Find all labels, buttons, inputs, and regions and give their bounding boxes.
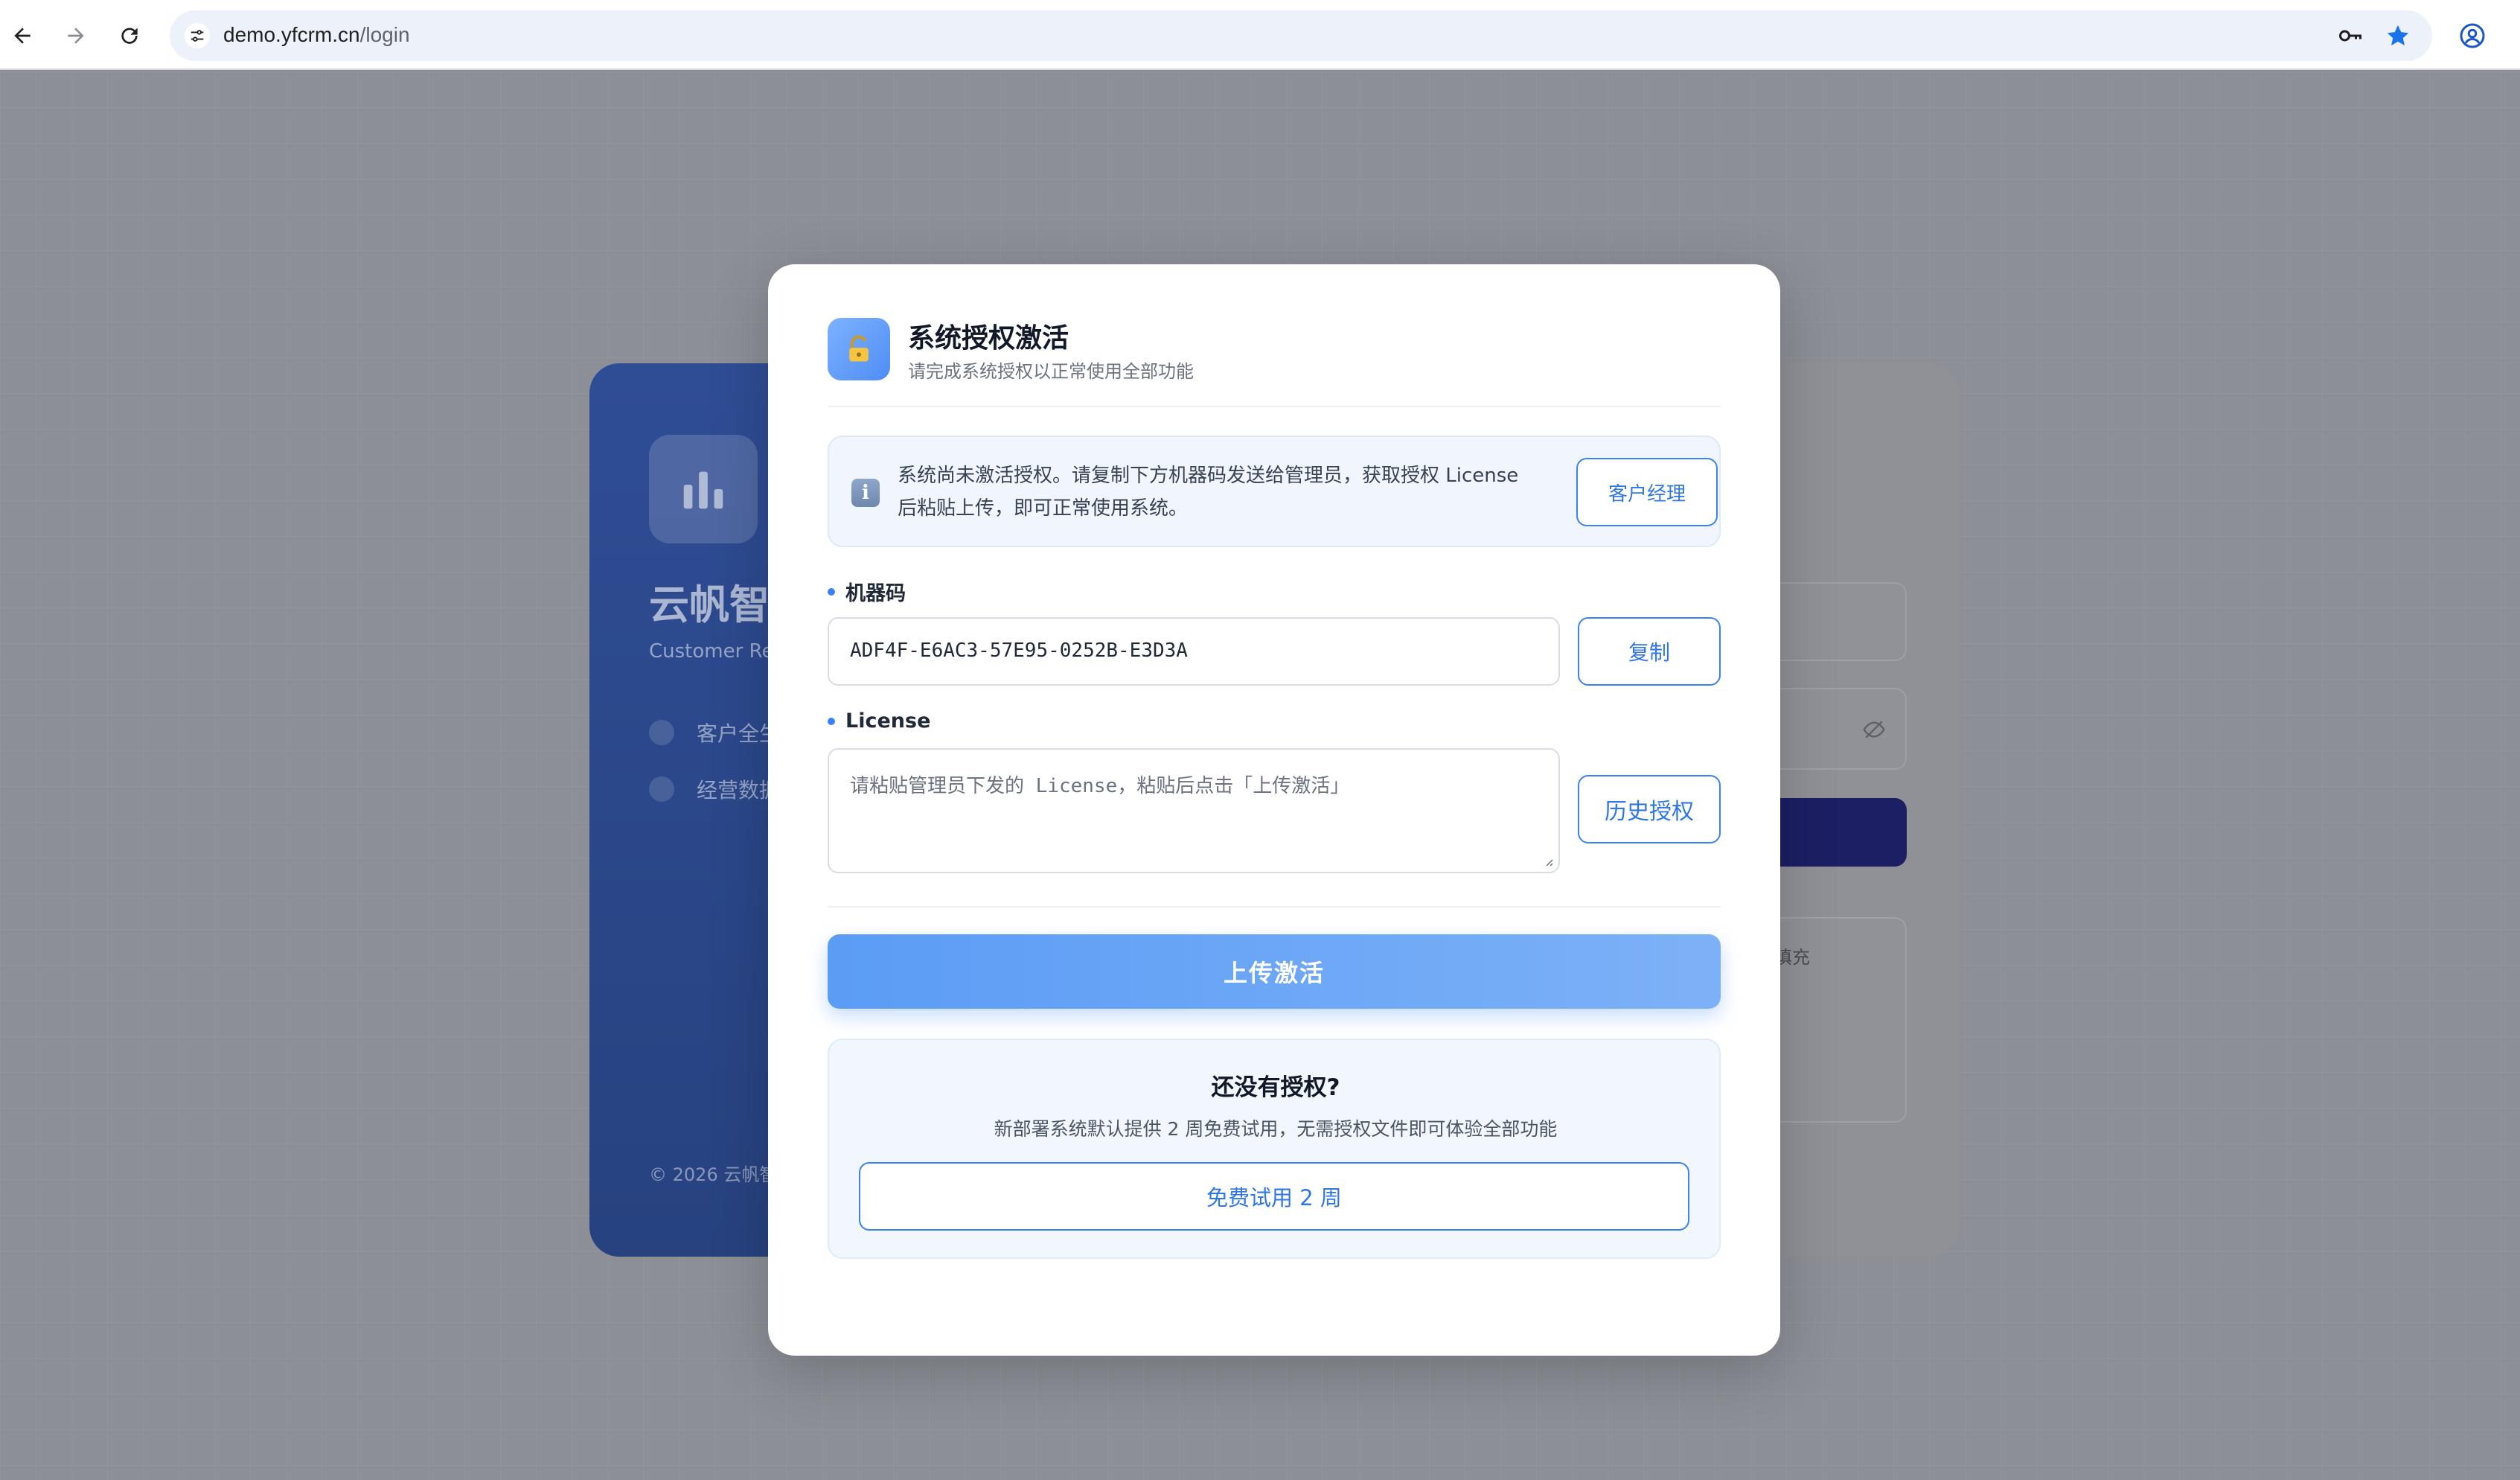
- account-manager-button[interactable]: 客户经理: [1576, 458, 1718, 526]
- bookmark-star-icon[interactable]: [2379, 16, 2417, 55]
- license-label: License: [828, 709, 930, 733]
- url-text: demo.yfcrm.cn/login: [223, 23, 410, 46]
- trial-description: 新部署系统默认提供 2 周免费试用，无需授权文件即可体验全部功能: [994, 1118, 1558, 1140]
- divider: [828, 406, 1721, 407]
- info-icon: i: [851, 479, 880, 507]
- history-license-button[interactable]: 历史授权: [1578, 775, 1721, 843]
- feature-item: 客户全生: [649, 718, 780, 747]
- address-bar[interactable]: demo.yfcrm.cn/login: [170, 10, 2432, 61]
- bullet-dot-icon: [828, 587, 835, 596]
- upload-activate-button[interactable]: 上传激活: [828, 934, 1721, 1009]
- license-placeholder: 请粘贴管理员下发的 License，粘贴后点击「上传激活」: [850, 775, 1350, 797]
- copyright: © 2026 云帆智: [649, 1164, 778, 1185]
- modal-subtitle: 请完成系统授权以正常使用全部功能: [908, 361, 1194, 382]
- browser-toolbar: demo.yfcrm.cn/login: [0, 0, 2520, 70]
- trial-title: 还没有授权?: [1211, 1074, 1340, 1101]
- divider: [828, 906, 1721, 908]
- machine-code-value: ADF4F-E6AC3-57E95-0252B-E3D3A: [850, 639, 1188, 662]
- copy-button[interactable]: 复制: [1578, 617, 1721, 686]
- modal-title: 系统授权激活: [908, 323, 1069, 354]
- eye-off-icon: [1863, 721, 1885, 739]
- arrow-left-icon: [14, 28, 31, 44]
- resize-handle-icon[interactable]: [1542, 855, 1554, 867]
- license-activation-modal: 系统授权激活 请完成系统授权以正常使用全部功能 i 系统尚未激活授权。请复制下方…: [768, 264, 1780, 1356]
- notice-text: 系统尚未激活授权。请复制下方机器码发送给管理员，获取授权 License 后粘贴…: [898, 465, 1519, 520]
- chart-logo-icon: [649, 435, 758, 543]
- reload-button[interactable]: [110, 16, 149, 55]
- brand-subtitle: Customer Re: [649, 640, 774, 663]
- feature-dot-icon: [649, 720, 674, 745]
- machine-code-field[interactable]: ADF4F-E6AC3-57E95-0252B-E3D3A: [828, 617, 1560, 686]
- password-key-icon[interactable]: [2331, 16, 2370, 55]
- activation-notice: i 系统尚未激活授权。请复制下方机器码发送给管理员，获取授权 License 后…: [828, 436, 1721, 547]
- license-textarea[interactable]: 请粘贴管理员下发的 License，粘贴后点击「上传激活」: [828, 748, 1560, 873]
- free-trial-section: 还没有授权? 新部署系统默认提供 2 周免费试用，无需授权文件即可体验全部功能 …: [828, 1039, 1721, 1259]
- feature-item: 经营数据: [649, 774, 780, 804]
- forward-button[interactable]: [57, 16, 95, 55]
- brand-name: 云帆智: [649, 581, 770, 628]
- reload-icon: [121, 28, 138, 44]
- bullet-dot-icon: [828, 717, 835, 725]
- feature-dot-icon: [649, 776, 674, 802]
- site-info-icon[interactable]: [185, 23, 210, 48]
- free-trial-button[interactable]: 免费试用 2 周: [859, 1162, 1689, 1231]
- arrow-right-icon: [68, 28, 84, 44]
- profile-icon[interactable]: [2453, 16, 2492, 55]
- back-button[interactable]: [3, 16, 42, 55]
- machine-code-label: 机器码: [828, 577, 906, 606]
- lock-icon: [828, 318, 890, 380]
